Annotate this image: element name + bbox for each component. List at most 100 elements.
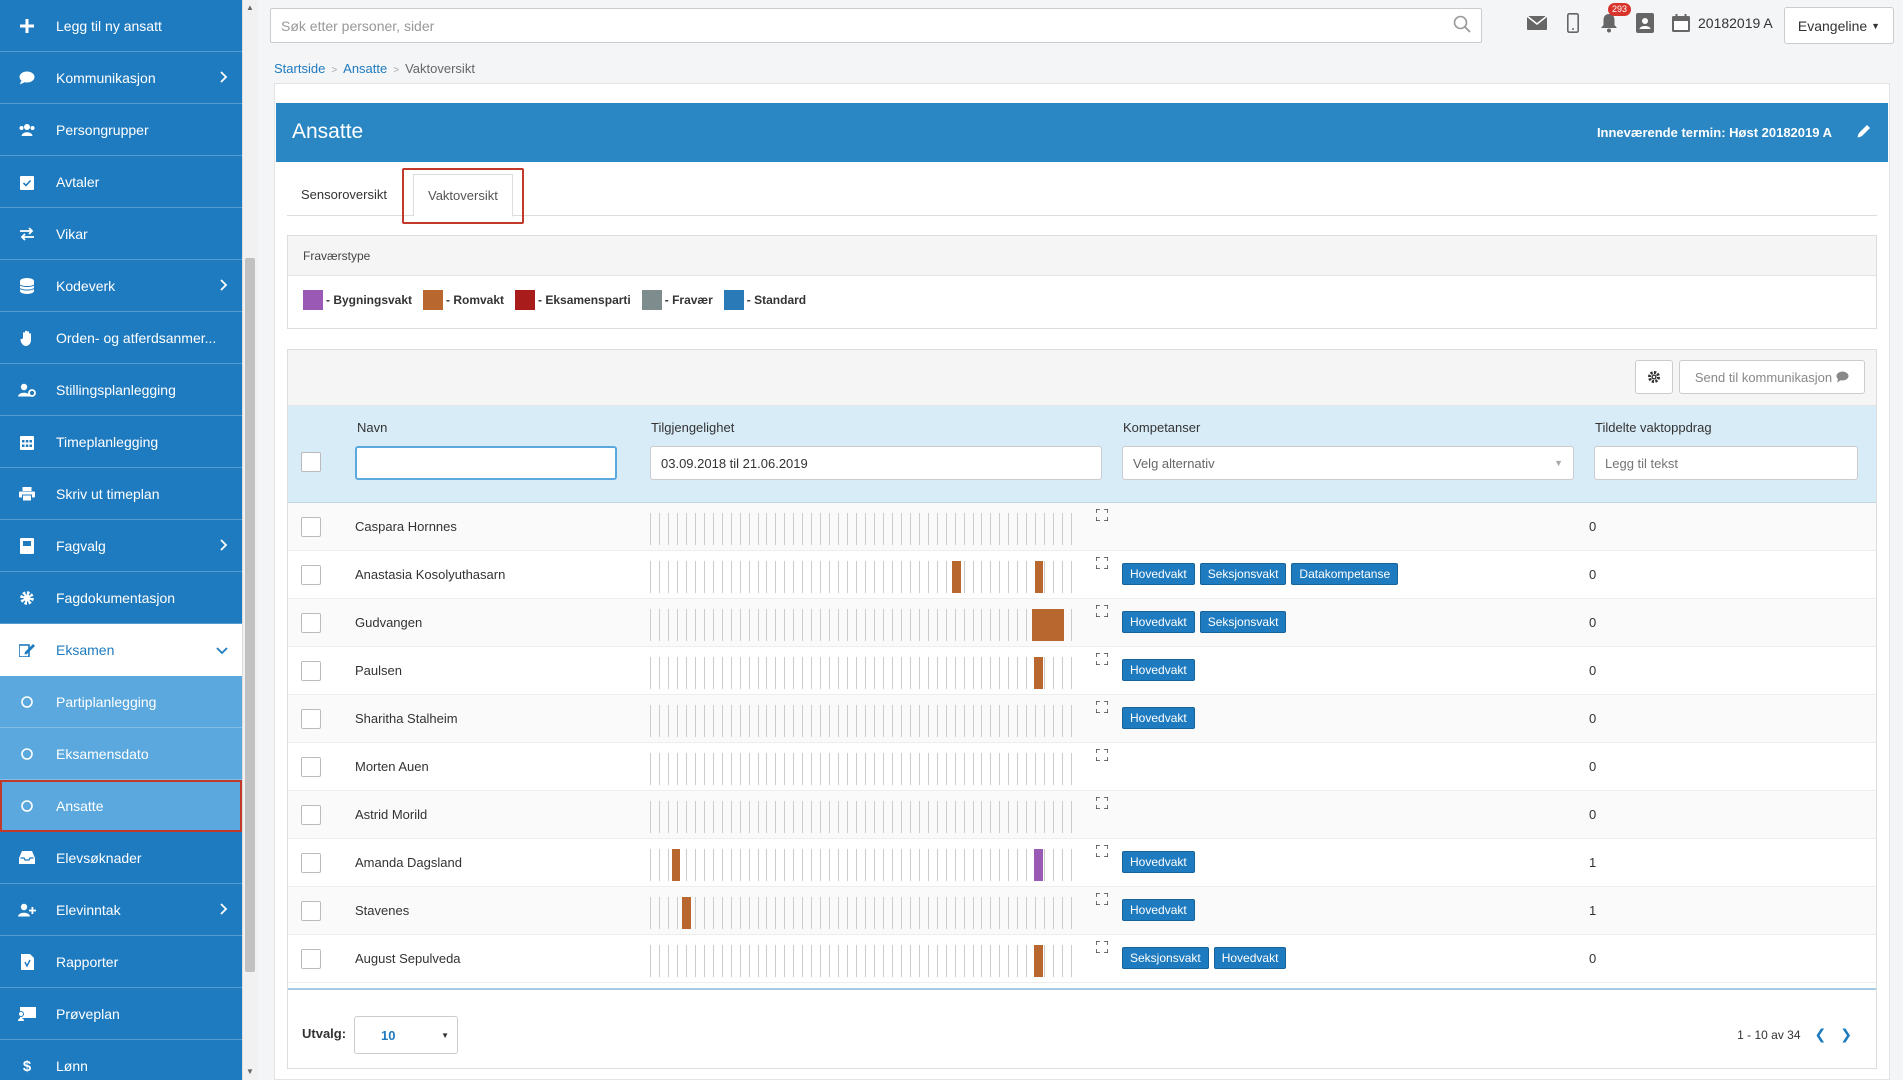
expand-icon[interactable] xyxy=(1095,700,1109,716)
row-checkbox[interactable] xyxy=(301,805,321,825)
sidebar-item-skriv-ut-timeplan[interactable]: Skriv ut timeplan xyxy=(0,468,242,520)
timeline-bar-bygningsvakt[interactable] xyxy=(1033,849,1043,881)
col-name[interactable]: Navn xyxy=(357,420,387,435)
table-row[interactable]: Paulsen Hovedvakt 0 xyxy=(288,647,1876,695)
col-assigned[interactable]: Tildelte vaktoppdrag xyxy=(1595,420,1712,435)
row-checkbox[interactable] xyxy=(301,853,321,873)
availability-timeline[interactable] xyxy=(650,657,1080,689)
row-checkbox[interactable] xyxy=(301,517,321,537)
timeline-bar-romvakt[interactable] xyxy=(952,561,961,593)
sidebar-item-timeplanlegging[interactable]: Timeplanlegging xyxy=(0,416,242,468)
row-checkbox[interactable] xyxy=(301,757,321,777)
table-row[interactable]: Sharitha Stalheim Hovedvakt 0 xyxy=(288,695,1876,743)
sidebar-item-persongrupper[interactable]: Persongrupper xyxy=(0,104,242,156)
sidebar-item-elevsøknader[interactable]: Elevsøknader xyxy=(0,832,242,884)
row-checkbox[interactable] xyxy=(301,901,321,921)
expand-icon[interactable] xyxy=(1095,556,1109,572)
table-row[interactable]: Astrid Morild 0 xyxy=(288,791,1876,839)
sidebar-item-fagdokumentasjon[interactable]: Fagdokumentasjon xyxy=(0,572,242,624)
expand-icon[interactable] xyxy=(1095,604,1109,620)
sidebar-item-avtaler[interactable]: Avtaler xyxy=(0,156,242,208)
timeline-bar-romvakt[interactable] xyxy=(671,849,681,881)
mobile-icon[interactable] xyxy=(1562,12,1584,34)
sidebar-item-partiplanlegging[interactable]: Partiplanlegging xyxy=(0,676,242,728)
availability-timeline[interactable] xyxy=(650,801,1080,833)
timeline-bar-romvakt[interactable] xyxy=(1031,609,1065,641)
expand-icon[interactable] xyxy=(1095,748,1109,764)
timeline-bar-romvakt[interactable] xyxy=(681,897,692,929)
table-row[interactable]: Anastasia Kosolyuthasarn Hovedvakt Seksjon… xyxy=(288,551,1876,599)
timeline-bar-romvakt[interactable] xyxy=(1034,561,1044,593)
page-size-select[interactable]: 10 ▼ xyxy=(354,1016,458,1054)
calendar-icon[interactable] xyxy=(1670,12,1692,34)
competence-select[interactable]: Velg alternativ ▼ xyxy=(1122,446,1574,480)
sidebar-scroll-thumb[interactable] xyxy=(245,258,255,972)
term-label[interactable]: 20182019 A xyxy=(1698,15,1773,31)
table-row[interactable]: Amanda Dagsland Hovedvakt 1 xyxy=(288,839,1876,887)
mail-icon[interactable] xyxy=(1526,12,1548,34)
availability-filter[interactable]: 03.09.2018 til 21.06.2019 xyxy=(650,446,1102,480)
sidebar-item-eksamensdato[interactable]: Eksamensdato xyxy=(0,728,242,780)
expand-icon[interactable] xyxy=(1095,652,1109,668)
sidebar-item-orden-og-atferdsanmer[interactable]: Orden- og atferdsanmer... xyxy=(0,312,242,364)
expand-icon[interactable] xyxy=(1095,892,1109,908)
row-checkbox[interactable] xyxy=(301,565,321,585)
sidebar-item-eksamen[interactable]: Eksamen xyxy=(0,624,242,676)
sidebar-item-lønn[interactable]: $ Lønn xyxy=(0,1040,242,1080)
col-availability[interactable]: Tilgjengelighet xyxy=(651,420,734,435)
col-competence[interactable]: Kompetanser xyxy=(1123,420,1200,435)
availability-timeline[interactable] xyxy=(650,513,1080,545)
table-row[interactable]: Morten Auen 0 xyxy=(288,743,1876,791)
availability-timeline[interactable] xyxy=(650,849,1080,881)
search-icon[interactable] xyxy=(1453,15,1471,36)
sidebar-item-vikar[interactable]: Vikar xyxy=(0,208,242,260)
sidebar-item-fagvalg[interactable]: Fagvalg xyxy=(0,520,242,572)
sidebar-item-ansatte[interactable]: Ansatte xyxy=(0,780,242,832)
row-checkbox[interactable] xyxy=(301,709,321,729)
availability-timeline[interactable] xyxy=(650,897,1080,929)
sidebar-item-stillingsplanlegging[interactable]: Stillingsplanlegging xyxy=(0,364,242,416)
search-box[interactable] xyxy=(270,8,1482,43)
contact-card-icon[interactable] xyxy=(1634,12,1656,34)
availability-timeline[interactable] xyxy=(650,561,1080,593)
table-row[interactable]: Stavenes Hovedvakt 1 xyxy=(288,887,1876,935)
settings-button[interactable] xyxy=(1635,360,1673,394)
expand-icon[interactable] xyxy=(1095,796,1109,812)
next-page-icon[interactable]: ❯ xyxy=(1840,1026,1852,1043)
tab-sensoroversikt[interactable]: Sensoroversikt xyxy=(287,174,401,216)
expand-icon[interactable] xyxy=(1095,844,1109,860)
sidebar-item-rapporter[interactable]: Rapporter xyxy=(0,936,242,988)
expand-icon[interactable] xyxy=(1095,508,1109,524)
breadcrumb-section[interactable]: Ansatte xyxy=(343,61,387,76)
assigned-filter-input[interactable] xyxy=(1594,446,1858,480)
availability-timeline[interactable] xyxy=(650,945,1080,977)
row-checkbox[interactable] xyxy=(301,949,321,969)
send-to-communication-button[interactable]: Send til kommunikasjon xyxy=(1679,360,1865,394)
select-all-checkbox[interactable] xyxy=(301,452,321,472)
search-input[interactable] xyxy=(281,17,1453,34)
expand-icon[interactable] xyxy=(1095,940,1109,956)
availability-timeline[interactable] xyxy=(650,609,1080,641)
timeline-bar-romvakt[interactable] xyxy=(1033,945,1043,977)
row-checkbox[interactable] xyxy=(301,661,321,681)
breadcrumb-home[interactable]: Startside xyxy=(274,61,325,76)
timeline-bar-romvakt[interactable] xyxy=(1033,657,1043,689)
edit-icon[interactable] xyxy=(1856,123,1872,142)
sidebar-item-kommunikasjon[interactable]: Kommunikasjon xyxy=(0,52,242,104)
name-filter-input[interactable] xyxy=(355,446,617,480)
prev-page-icon[interactable]: ❮ xyxy=(1815,1026,1827,1043)
sidebar-item-prøveplan[interactable]: Prøveplan xyxy=(0,988,242,1040)
user-menu-button[interactable]: Evangeline ▼ xyxy=(1784,7,1894,44)
availability-timeline[interactable] xyxy=(650,705,1080,737)
scroll-up-arrow[interactable]: ▲ xyxy=(246,4,254,12)
table-row[interactable]: Gudvangen Hovedvakt Seksjonsvakt 0 xyxy=(288,599,1876,647)
availability-timeline[interactable] xyxy=(650,753,1080,785)
sidebar-item-elevinntak[interactable]: Elevinntak xyxy=(0,884,242,936)
table-row[interactable]: August Sepulveda Seksjonsvakt Hovedvakt 0 xyxy=(288,935,1876,983)
row-checkbox[interactable] xyxy=(301,613,321,633)
table-row[interactable]: Caspara Hornnes 0 xyxy=(288,503,1876,551)
sidebar-item-legg-til-ny-ansatt[interactable]: Legg til ny ansatt xyxy=(0,0,242,52)
scroll-down-arrow[interactable]: ▼ xyxy=(246,1068,254,1076)
bell-icon[interactable]: 293 xyxy=(1598,3,1632,34)
sidebar-item-kodeverk[interactable]: Kodeverk xyxy=(0,260,242,312)
